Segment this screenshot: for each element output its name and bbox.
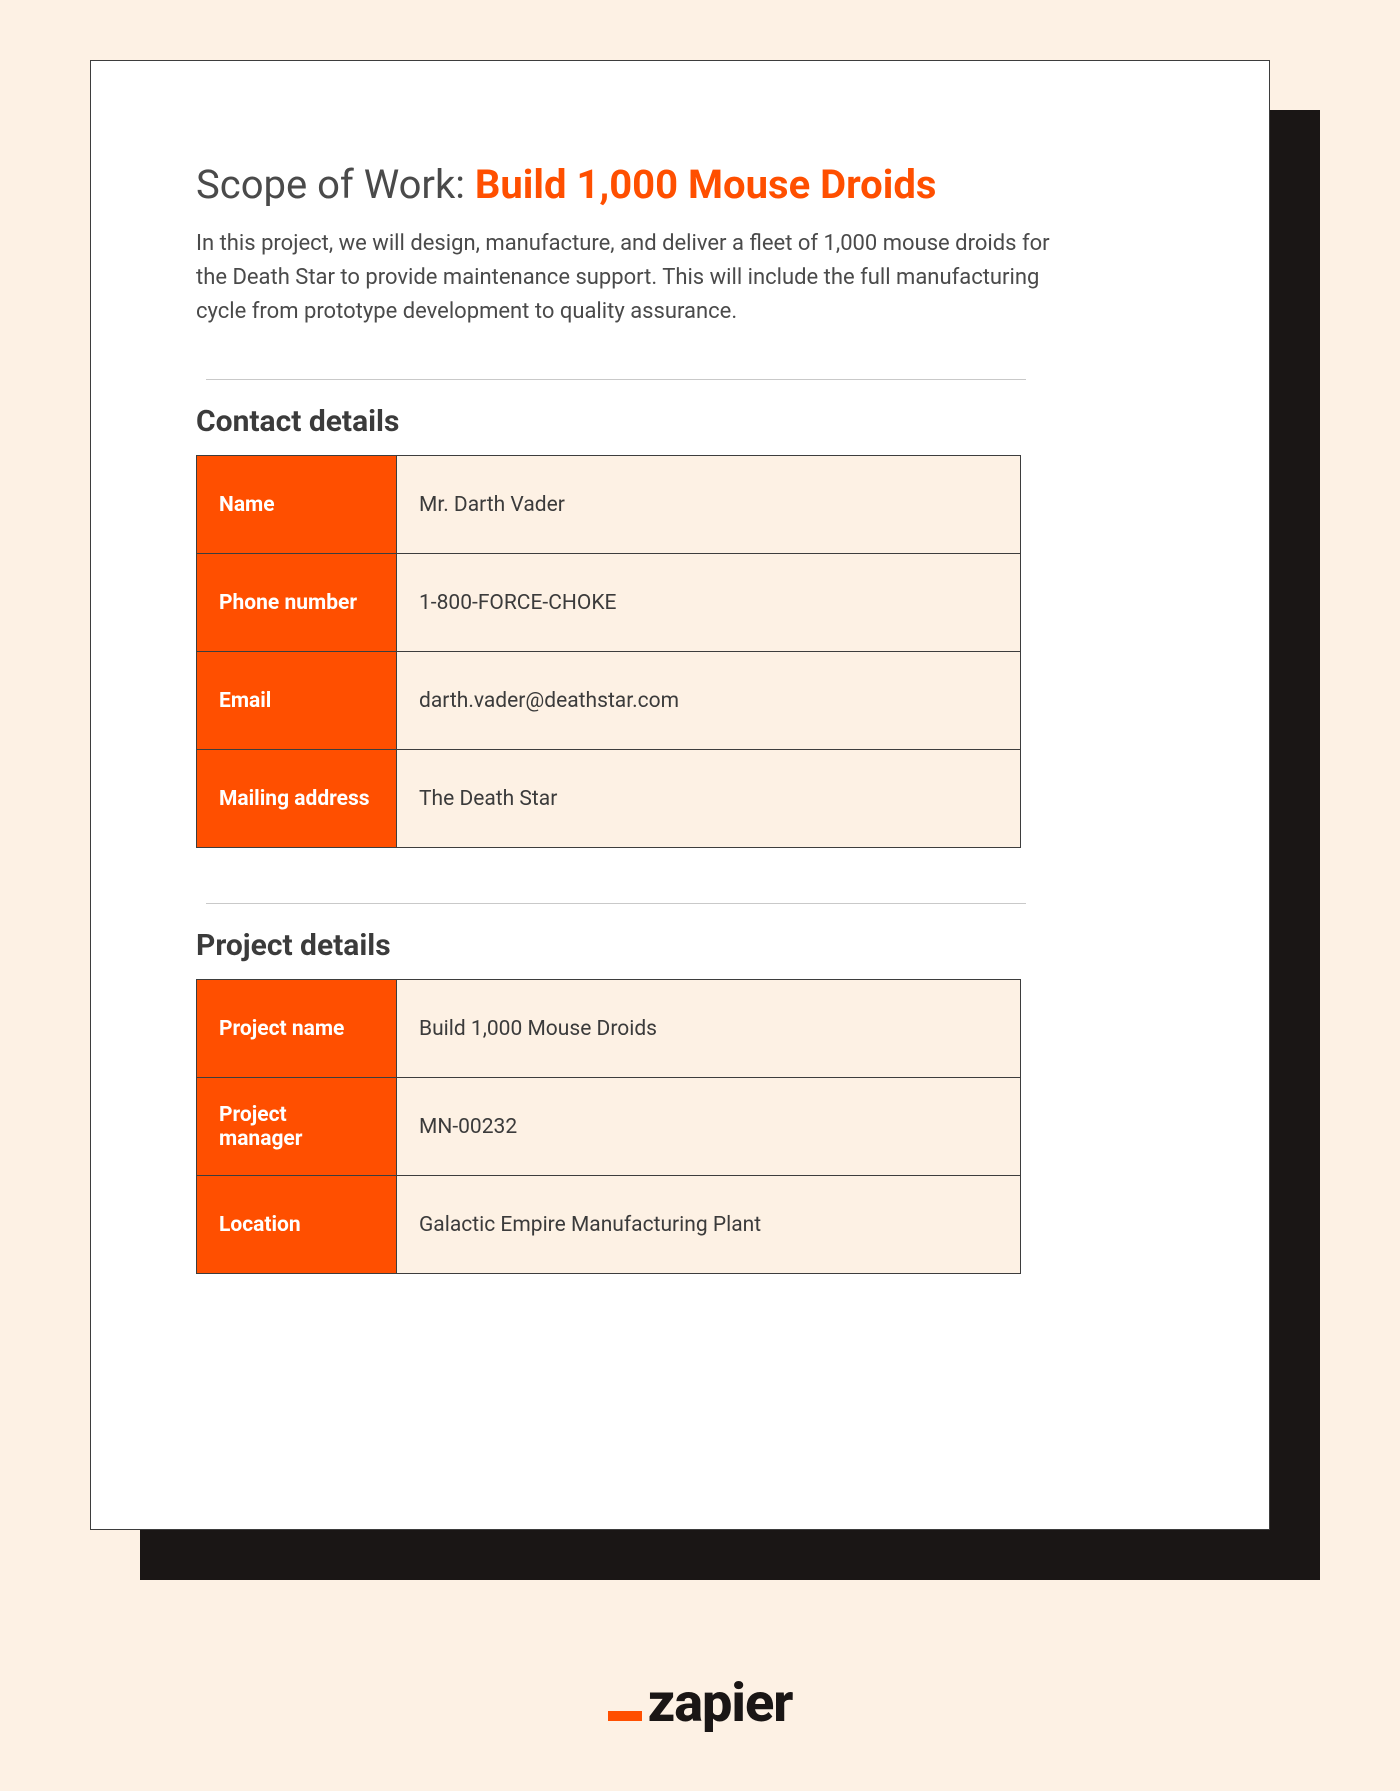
contact-mailing-label: Mailing address [197, 750, 397, 848]
table-row: Mailing address The Death Star [197, 750, 1021, 848]
project-location-label: Location [197, 1176, 397, 1274]
page-title: Scope of Work: Build 1,000 Mouse Droids [196, 161, 1164, 209]
project-manager-value: MN-00232 [397, 1078, 1021, 1176]
project-table: Project name Build 1,000 Mouse Droids Pr… [196, 979, 1021, 1274]
contact-email-value: darth.vader@deathstar.com [397, 652, 1021, 750]
project-name-value: Build 1,000 Mouse Droids [397, 980, 1021, 1078]
divider [206, 379, 1026, 380]
table-row: Email darth.vader@deathstar.com [197, 652, 1021, 750]
contact-heading: Contact details [196, 404, 1164, 439]
contact-phone-label: Phone number [197, 554, 397, 652]
table-row: Project manager MN-00232 [197, 1078, 1021, 1176]
table-row: Project name Build 1,000 Mouse Droids [197, 980, 1021, 1078]
project-heading: Project details [196, 928, 1164, 963]
contact-table: Name Mr. Darth Vader Phone number 1-800-… [196, 455, 1021, 848]
intro-paragraph: In this project, we will design, manufac… [196, 227, 1066, 329]
logo-dash-icon [608, 1711, 642, 1721]
document-page: Scope of Work: Build 1,000 Mouse Droids … [90, 60, 1270, 1530]
document-canvas: Scope of Work: Build 1,000 Mouse Droids … [0, 0, 1400, 1791]
table-row: Phone number 1-800-FORCE-CHOKE [197, 554, 1021, 652]
project-location-value: Galactic Empire Manufacturing Plant [397, 1176, 1021, 1274]
title-prefix: Scope of Work: [196, 161, 475, 208]
contact-email-label: Email [197, 652, 397, 750]
table-row: Location Galactic Empire Manufacturing P… [197, 1176, 1021, 1274]
contact-mailing-value: The Death Star [397, 750, 1021, 848]
brand-name: zapier [648, 1677, 793, 1731]
project-name-label: Project name [197, 980, 397, 1078]
divider [206, 903, 1026, 904]
contact-name-value: Mr. Darth Vader [397, 456, 1021, 554]
contact-name-label: Name [197, 456, 397, 554]
title-highlight: Build 1,000 Mouse Droids [475, 161, 937, 208]
project-manager-label: Project manager [197, 1078, 397, 1176]
brand-logo: zapier [0, 1677, 1400, 1731]
table-row: Name Mr. Darth Vader [197, 456, 1021, 554]
contact-phone-value: 1-800-FORCE-CHOKE [397, 554, 1021, 652]
